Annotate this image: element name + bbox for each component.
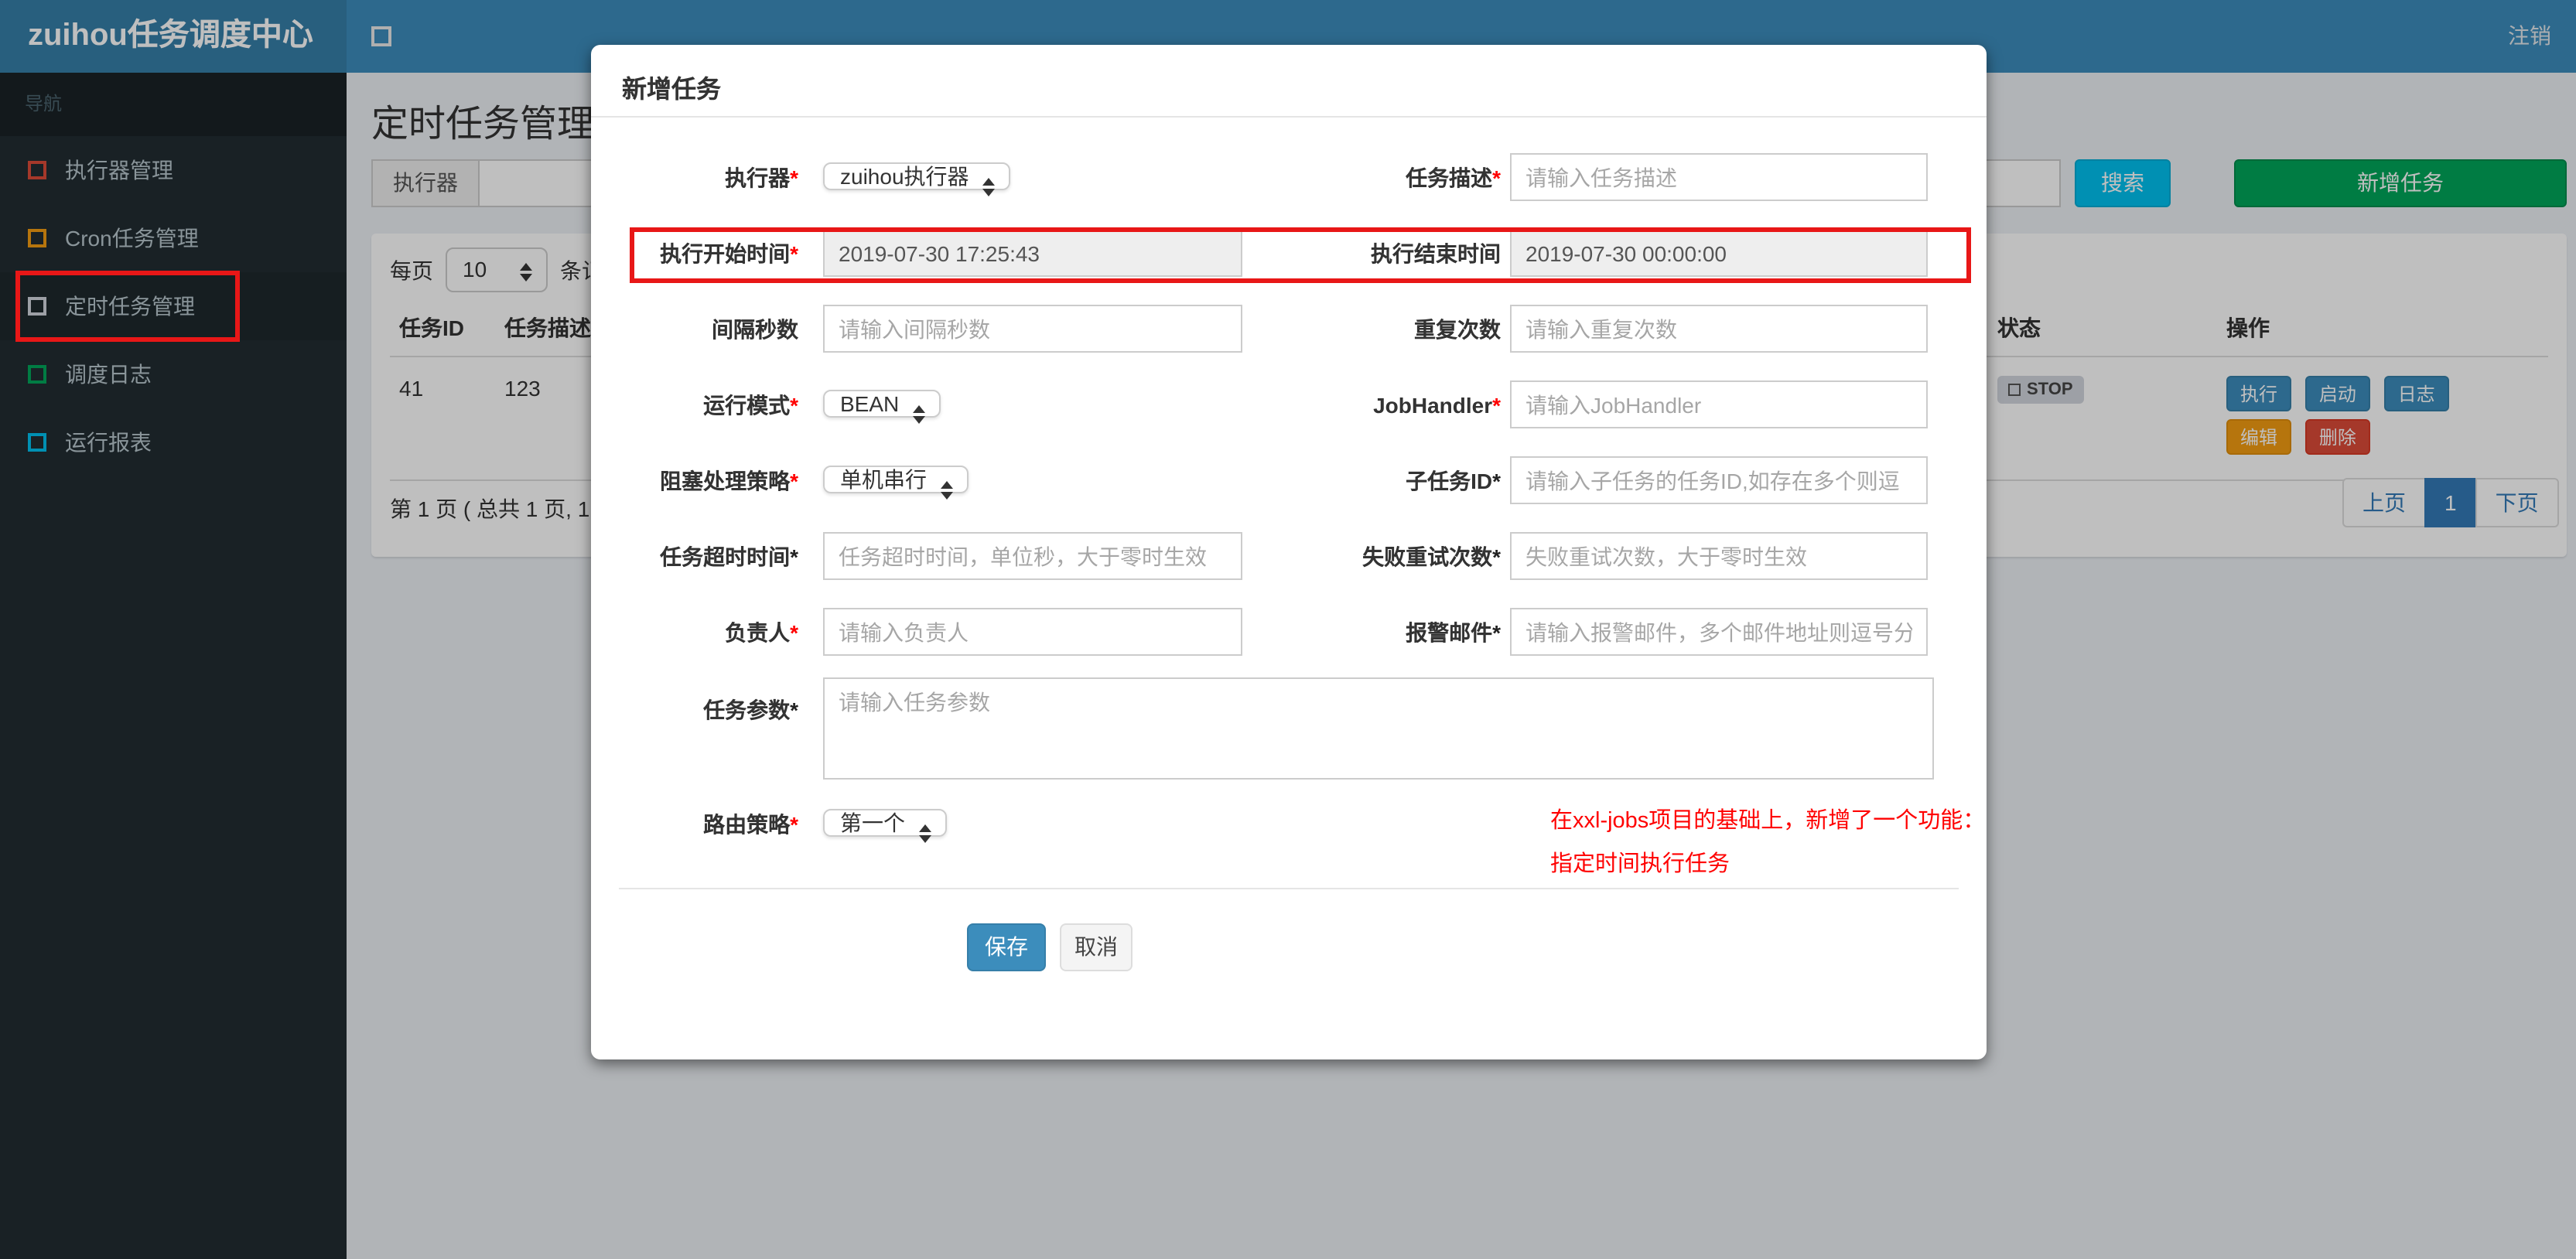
modal-title: 新增任务 (622, 77, 722, 104)
job-desc-label: 任务描述* (1406, 165, 1501, 189)
block-strategy-select[interactable]: 单机串行 (823, 466, 969, 500)
add-task-modal: 新增任务 执行器* zuihou执行器 任务描述* 执行开始时间* 执行结束时间… (591, 45, 1987, 1059)
route-strategy-label: 路由策略* (703, 811, 798, 836)
interval-input[interactable] (823, 305, 1242, 353)
retry-input[interactable] (1510, 532, 1928, 580)
select-caret-icon (941, 481, 953, 500)
required-asterisk: * (1492, 392, 1501, 417)
required-asterisk: * (790, 392, 798, 417)
save-button[interactable]: 保存 (967, 923, 1046, 971)
block-strategy-label: 阻塞处理策略* (660, 468, 798, 493)
required-asterisk: * (790, 698, 798, 722)
repeat-label: 重复次数 (1414, 316, 1501, 341)
cancel-button[interactable]: 取消 (1060, 923, 1133, 971)
form-row-4: 运行模式* BEAN JobHandler* (591, 367, 1987, 442)
required-asterisk: * (790, 241, 798, 265)
required-asterisk: * (1492, 468, 1501, 493)
form-row-6: 任务超时时间* 失败重试次数* (591, 518, 1987, 594)
form-row-1: 执行器* zuihou执行器 任务描述* (591, 139, 1987, 215)
glue-type-select[interactable]: BEAN (823, 390, 941, 424)
required-asterisk: * (790, 165, 798, 189)
repeat-input[interactable] (1510, 305, 1928, 353)
child-job-label: 子任务ID* (1406, 468, 1501, 493)
feature-note: 在xxl-jobs项目的基础上，新增了一个功能： 指定时间执行任务 (1550, 809, 1986, 877)
required-asterisk: * (1492, 619, 1501, 644)
form-row-5: 阻塞处理策略* 单机串行 子任务ID* (591, 442, 1987, 518)
required-asterisk: * (790, 544, 798, 568)
modal-body: 执行器* zuihou执行器 任务描述* 执行开始时间* 执行结束时间 间隔秒数… (591, 118, 1987, 877)
required-asterisk: * (1492, 544, 1501, 568)
child-job-input[interactable] (1510, 456, 1928, 504)
required-asterisk: * (1492, 165, 1501, 189)
form-row-7: 负责人* 报警邮件* (591, 594, 1987, 670)
owner-input[interactable] (823, 608, 1242, 656)
executor-select[interactable]: zuihou执行器 (823, 162, 1011, 196)
required-asterisk: * (790, 619, 798, 644)
select-caret-icon (913, 405, 926, 424)
timeout-label: 任务超时时间* (660, 544, 798, 568)
alarm-email-label: 报警邮件* (1406, 619, 1501, 644)
interval-label: 间隔秒数 (712, 316, 798, 341)
job-handler-label: JobHandler* (1373, 392, 1501, 417)
form-row-2: 执行开始时间* 执行结束时间 (591, 215, 1987, 291)
end-time-input[interactable] (1510, 229, 1928, 277)
route-strategy-select[interactable]: 第一个 (823, 809, 947, 843)
job-desc-input[interactable] (1510, 153, 1928, 201)
start-time-label: 执行开始时间* (660, 241, 798, 265)
job-param-label: 任务参数* (703, 698, 798, 722)
job-handler-input[interactable] (1510, 380, 1928, 428)
select-caret-icon (919, 824, 931, 843)
owner-label: 负责人* (725, 619, 798, 644)
modal-footer-divider (619, 888, 1959, 889)
form-row-3: 间隔秒数 重复次数 (591, 291, 1987, 367)
job-param-textarea[interactable] (823, 677, 1934, 780)
required-asterisk: * (790, 811, 798, 836)
retry-label: 失败重试次数* (1362, 544, 1501, 568)
form-row-8: 任务参数* (591, 670, 1987, 786)
modal-header: 新增任务 (591, 45, 1987, 118)
executor-label: 执行器* (725, 165, 798, 189)
alarm-email-input[interactable] (1510, 608, 1928, 656)
start-time-input[interactable] (823, 229, 1242, 277)
required-asterisk: * (790, 468, 798, 493)
form-row-9: 路由策略* 第一个 在xxl-jobs项目的基础上，新增了一个功能： 指定时间执… (591, 786, 1987, 877)
timeout-input[interactable] (823, 532, 1242, 580)
glue-type-label: 运行模式* (703, 392, 798, 417)
select-caret-icon (982, 178, 996, 196)
end-time-label: 执行结束时间 (1371, 241, 1501, 265)
app-root: zuihou任务调度中心 注销 导航 执行器管理 Cron任务管理 定时任务管理… (0, 0, 2576, 1259)
